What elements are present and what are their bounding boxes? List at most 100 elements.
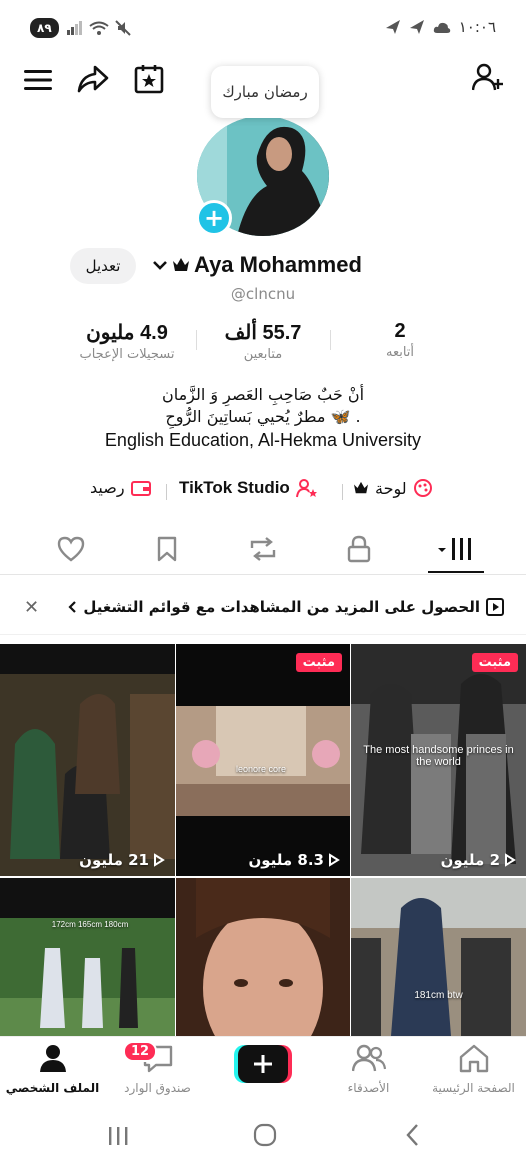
video-image — [0, 878, 175, 1036]
inbox-badge: 12 — [123, 1041, 158, 1062]
stat-likes[interactable]: 4.9 مليون تسجيلات الإعجاب — [62, 320, 192, 362]
video-caption: 172cm 165cm 180cm — [51, 920, 129, 929]
plus-icon: + — [203, 204, 225, 232]
wifi-icon — [89, 21, 109, 35]
system-nav — [0, 1110, 526, 1169]
followers-label: متابعين — [243, 347, 283, 362]
mute-icon — [114, 20, 131, 36]
battery-indicator: ٨٩ — [30, 18, 59, 38]
bio-line: مطرٌ يُحيي بَساتِينَ الرُّوحِ 🦋 . — [165, 407, 361, 426]
send-icon — [409, 20, 424, 34]
chevron-left-icon — [68, 601, 77, 613]
stat-divider — [330, 330, 331, 350]
share-arrow-icon — [77, 65, 109, 93]
edit-profile-button[interactable]: تعديل — [70, 248, 136, 284]
status-bar: ٨٩ ١٠:٠٦ — [0, 0, 526, 54]
status-left: ٨٩ — [30, 18, 131, 38]
video-thumbnail[interactable]: مثبت The most handsome princes in the wo… — [351, 644, 526, 876]
board-link[interactable]: لوحة — [353, 478, 433, 498]
video-image — [351, 878, 526, 1036]
stat-following[interactable]: 2 أتابعه — [350, 320, 450, 360]
repost-icon — [250, 537, 276, 561]
status-icons — [66, 20, 131, 36]
crown-icon — [354, 481, 368, 494]
stats-row: 4.9 مليون تسجيلات الإعجاب 55.7 ألف متابع… — [0, 320, 526, 370]
grid-icon — [438, 538, 471, 560]
profile-name-switcher[interactable]: Aya Mohammed — [152, 252, 362, 278]
calendar-star-icon — [134, 65, 164, 94]
lock-icon — [347, 535, 371, 563]
link-separator — [166, 484, 167, 500]
video-thumbnail[interactable] — [176, 878, 350, 1036]
nav-inbox-label: صندوق الوارد — [124, 1081, 191, 1095]
add-story-button[interactable]: + — [196, 200, 232, 236]
bottom-nav: الصفحة الرئيسية الأصدقاء صندوق الوارد 12… — [0, 1036, 526, 1108]
bio-line: أنْ حَبٌ صَاحِبِ العَصرِ وَ الزَّمان — [161, 385, 365, 404]
view-count-text: 2 مليون — [440, 851, 500, 869]
calendar-button[interactable] — [132, 62, 166, 96]
video-image — [0, 644, 175, 876]
video-caption: leonore core — [235, 764, 287, 774]
tab-reposts[interactable] — [238, 525, 288, 573]
view-count: 2 مليون — [441, 851, 516, 869]
share-button[interactable] — [76, 62, 110, 96]
nav-inbox[interactable]: صندوق الوارد — [105, 1043, 210, 1095]
back-button[interactable] — [398, 1120, 428, 1150]
video-image — [176, 644, 350, 876]
create-plus-icon — [234, 1045, 292, 1083]
crown-icon — [173, 258, 189, 271]
bubble-text: رمضان مبارك — [222, 83, 308, 101]
video-thumbnail[interactable]: 172cm 165cm 180cm — [0, 878, 175, 1036]
status-bubble[interactable]: رمضان مبارك — [211, 66, 319, 118]
chevron-down-icon — [153, 261, 167, 270]
status-right: ١٠:٠٦ — [385, 18, 496, 36]
nav-friends[interactable]: الأصدقاء — [316, 1043, 421, 1095]
profile-links: رصيد TikTok Studio لوحة — [0, 478, 526, 506]
menu-button[interactable] — [22, 64, 54, 96]
following-count: 2 — [394, 320, 406, 342]
nav-friends-label: الأصدقاء — [347, 1081, 390, 1095]
cloud-icon — [433, 22, 450, 33]
video-thumbnail[interactable]: مثبت leonore core 8.3 مليون — [176, 644, 350, 876]
recent-apps-icon — [109, 1127, 128, 1145]
playlist-banner[interactable]: الحصول على المزيد من المشاهدات مع قوائم … — [0, 583, 526, 635]
nav-profile[interactable]: الملف الشخصي — [0, 1043, 105, 1095]
balance-label: رصيد — [90, 478, 125, 497]
tab-liked[interactable] — [46, 525, 96, 573]
wallet-icon — [130, 480, 151, 496]
home-icon — [459, 1044, 488, 1073]
tab-private[interactable] — [334, 525, 384, 573]
bookmark-icon — [157, 536, 177, 562]
studio-label: TikTok Studio — [179, 478, 290, 497]
friends-icon — [351, 1044, 386, 1072]
balance-link[interactable]: رصيد — [90, 478, 151, 497]
nav-home[interactable]: الصفحة الرئيسية — [421, 1043, 526, 1095]
nav-home-label: الصفحة الرئيسية — [432, 1081, 515, 1095]
tab-videos[interactable] — [428, 525, 484, 573]
send-icon — [385, 20, 400, 34]
video-thumbnail[interactable]: 181cm btw — [351, 878, 526, 1036]
home-system-button[interactable] — [250, 1120, 280, 1150]
create-button[interactable] — [234, 1045, 292, 1083]
edit-label: تعديل — [85, 257, 121, 275]
tab-favorites[interactable] — [142, 525, 192, 573]
tiktok-studio-link[interactable]: TikTok Studio — [179, 478, 318, 498]
play-icon — [505, 853, 516, 867]
play-icon — [329, 853, 340, 867]
home-circle-icon — [253, 1123, 277, 1147]
add-friend-button[interactable] — [470, 60, 506, 96]
profile-name: Aya Mohammed — [194, 252, 362, 277]
close-icon: ✕ — [24, 597, 40, 618]
profile-handle: @clncnu — [230, 285, 296, 303]
close-button[interactable]: ✕ — [24, 597, 39, 618]
recent-apps-button[interactable] — [104, 1122, 132, 1150]
banner-text: الحصول على المزيد من المشاهدات مع قوائم … — [83, 598, 480, 616]
add-user-icon — [472, 63, 503, 91]
view-count-text: 8.3 مليون — [248, 851, 324, 869]
content-tabs — [0, 525, 526, 575]
video-thumbnail[interactable]: 21 مليون — [0, 644, 175, 876]
playlist-icon — [486, 598, 504, 616]
pinned-badge: مثبت — [295, 653, 342, 672]
palette-icon — [413, 479, 432, 497]
stat-followers[interactable]: 55.7 ألف متابعين — [200, 320, 326, 362]
